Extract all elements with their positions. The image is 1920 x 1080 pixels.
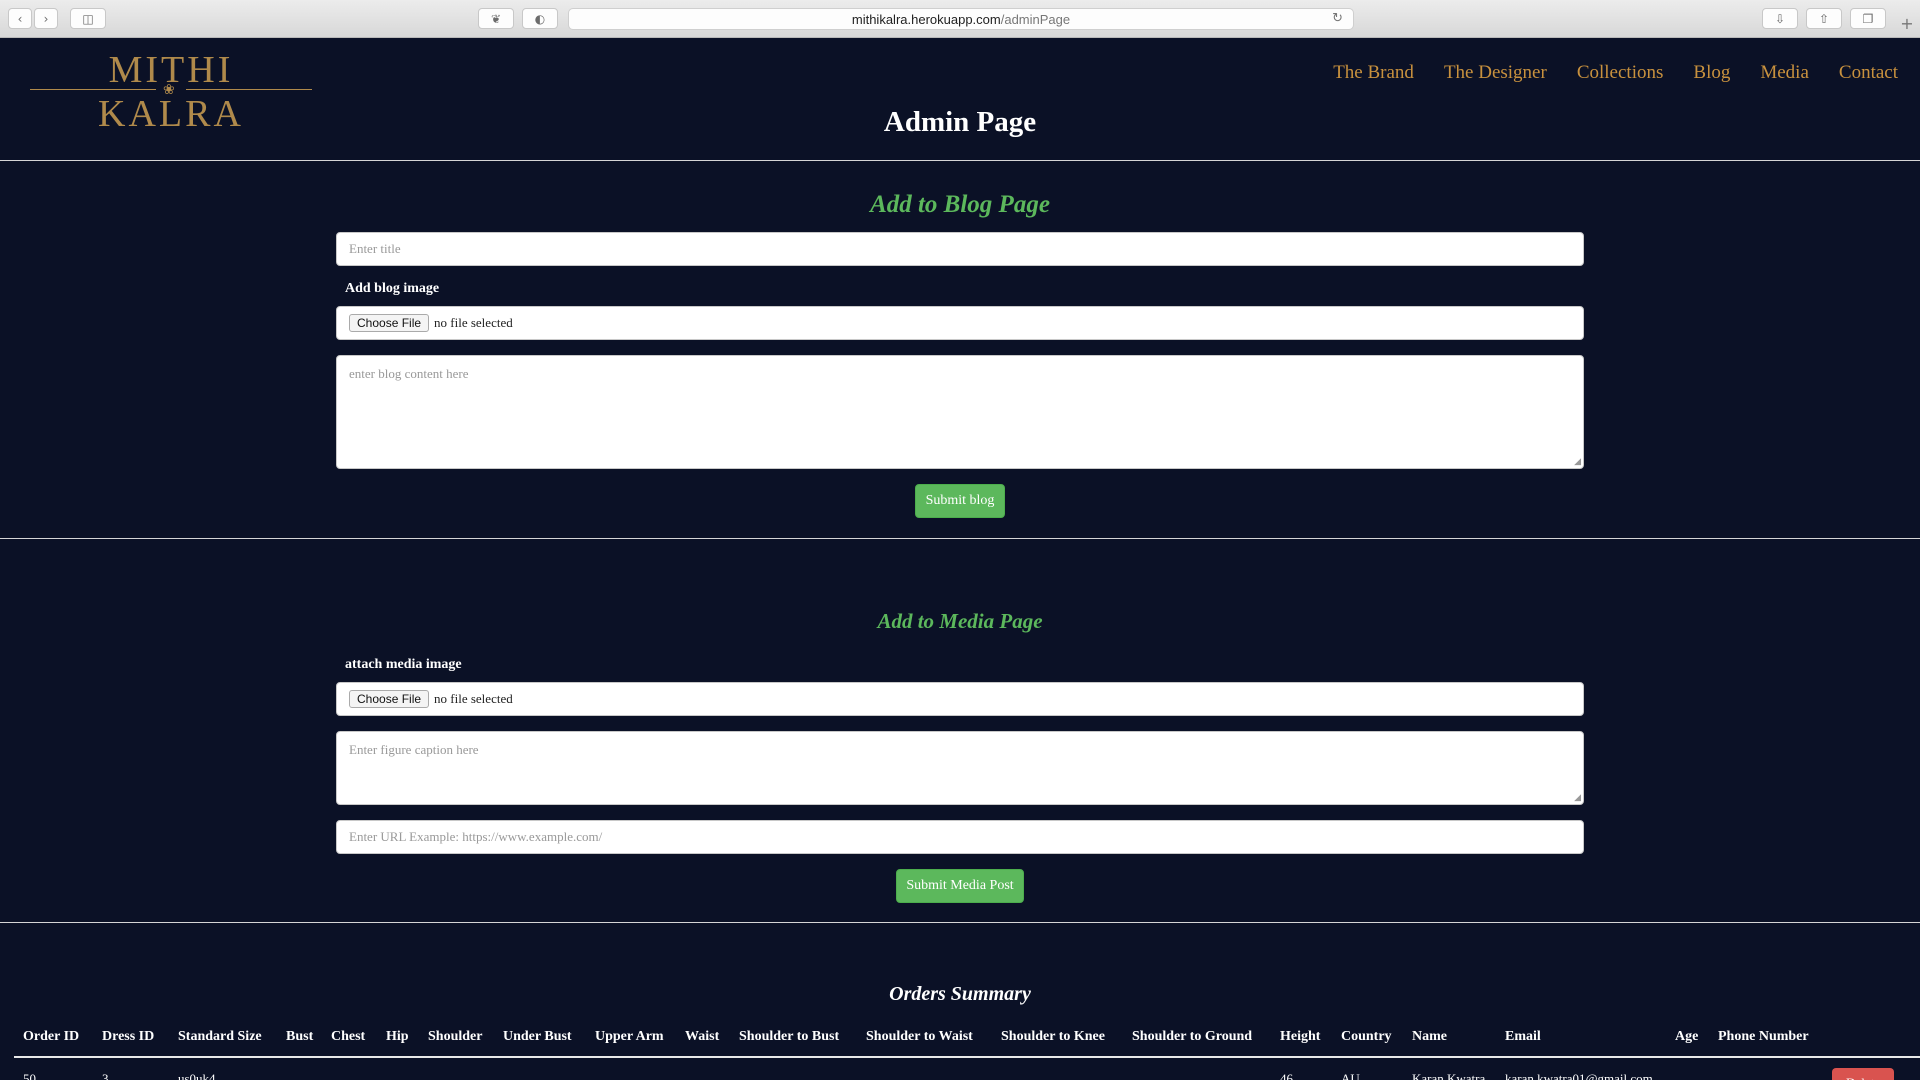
cell-country: AU <box>1341 1071 1360 1080</box>
share-icon[interactable]: ⇧ <box>1806 8 1842 29</box>
nav-contact[interactable]: Contact <box>1839 62 1898 84</box>
blog-image-label: Add blog image <box>345 281 440 296</box>
cell-order-id: 50 <box>23 1071 36 1080</box>
media-file-status: no file selected <box>434 691 513 706</box>
blog-title-input[interactable]: Enter title <box>336 232 1584 266</box>
col-phone-number: Phone Number <box>1718 1029 1809 1044</box>
col-shoulder-to-bust: Shoulder to Bust <box>739 1029 840 1044</box>
nav-the-designer[interactable]: The Designer <box>1444 62 1547 84</box>
new-tab-icon[interactable]: + <box>1896 14 1918 38</box>
blog-image-file-input[interactable]: Choose File no file selected <box>336 306 1584 340</box>
submit-blog-button[interactable]: Submit blog <box>915 484 1005 518</box>
col-country: Country <box>1341 1029 1392 1044</box>
media-caption-placeholder: Enter figure caption here <box>349 742 479 757</box>
blog-content-placeholder: enter blog content here <box>349 366 469 381</box>
cell-height: 46 <box>1280 1071 1293 1080</box>
resize-handle-icon[interactable]: ◢ <box>1574 793 1581 803</box>
back-icon[interactable]: ‹ <box>8 8 32 29</box>
col-email: Email <box>1505 1029 1541 1044</box>
col-height: Height <box>1280 1029 1321 1044</box>
forward-icon[interactable]: › <box>34 8 58 29</box>
tabs-icon[interactable]: ❐ <box>1850 8 1886 29</box>
address-bar[interactable]: mithikalra.herokuapp.com/adminPage ↻ <box>568 8 1354 30</box>
media-url-input[interactable]: Enter URL Example: https://www.example.c… <box>336 820 1584 854</box>
brand-logo[interactable]: MITHI KALRA ❀ <box>30 48 312 135</box>
media-image-file-input[interactable]: Choose File no file selected <box>336 682 1584 716</box>
extension-icon[interactable]: ❦ <box>478 8 514 29</box>
delete-order-button[interactable]: Delete <box>1832 1068 1894 1080</box>
sidebar-toggle-icon[interactable]: ◫ <box>70 8 106 29</box>
col-order-id: Order ID <box>23 1029 80 1044</box>
ghostery-icon[interactable]: ◐ <box>522 8 558 29</box>
cell-dress-id: 3 <box>102 1071 109 1080</box>
download-icon[interactable]: ⇩ <box>1762 8 1798 29</box>
cell-email: karan.kwatra01@gmail.com <box>1505 1071 1653 1080</box>
blog-choose-file-button[interactable]: Choose File <box>349 314 430 332</box>
browser-toolbar: ‹ › ◫ ❦ ◐ mithikalra.herokuapp.com/admin… <box>0 0 1920 38</box>
blog-file-status: no file selected <box>434 315 513 330</box>
col-shoulder: Shoulder <box>428 1029 483 1044</box>
media-caption-textarea[interactable]: Enter figure caption here ◢ <box>336 731 1584 805</box>
nav-media[interactable]: Media <box>1760 62 1809 84</box>
col-age: Age <box>1675 1029 1699 1044</box>
col-standard-size: Standard Size <box>178 1029 262 1044</box>
page-title: Admin Page <box>883 106 1037 138</box>
submit-media-button[interactable]: Submit Media Post <box>896 869 1024 903</box>
media-image-label: attach media image <box>345 657 462 672</box>
resize-handle-icon[interactable]: ◢ <box>1574 457 1581 467</box>
table-header-rule <box>14 1056 1920 1058</box>
divider <box>0 922 1920 923</box>
blog-section-title: Add to Blog Page <box>870 191 1050 218</box>
reload-icon[interactable]: ↻ <box>1332 11 1343 26</box>
col-shoulder-to-waist: Shoulder to Waist <box>866 1029 973 1044</box>
cell-standard-size: us0uk4 <box>178 1071 216 1080</box>
url-host: mithikalra.herokuapp.com <box>851 11 1001 27</box>
logo-rule-right <box>186 89 312 90</box>
nav-blog[interactable]: Blog <box>1693 62 1730 84</box>
col-chest: Chest <box>331 1029 366 1044</box>
logo-emblem-icon: ❀ <box>163 83 175 98</box>
col-upper-arm: Upper Arm <box>595 1029 664 1044</box>
divider <box>0 538 1920 539</box>
media-choose-file-button[interactable]: Choose File <box>349 690 430 708</box>
nav-the-brand[interactable]: The Brand <box>1333 62 1414 84</box>
url-path: /adminPage <box>1000 11 1071 27</box>
media-section-title: Add to Media Page <box>877 609 1043 633</box>
main-nav: The Brand The Designer Collections Blog … <box>1333 62 1898 84</box>
nav-collections[interactable]: Collections <box>1577 62 1664 84</box>
col-waist: Waist <box>685 1029 720 1044</box>
col-shoulder-to-ground: Shoulder to Ground <box>1132 1029 1253 1044</box>
col-under-bust: Under Bust <box>503 1029 572 1044</box>
col-shoulder-to-knee: Shoulder to Knee <box>1001 1029 1105 1044</box>
cell-name: Karan Kwatra <box>1412 1071 1486 1080</box>
col-name: Name <box>1412 1029 1447 1044</box>
blog-content-textarea[interactable]: enter blog content here ◢ <box>336 355 1584 469</box>
logo-rule-left <box>30 89 156 90</box>
col-dress-id: Dress ID <box>102 1029 155 1044</box>
col-hip: Hip <box>386 1029 409 1044</box>
orders-section-title: Orders Summary <box>889 983 1031 1005</box>
divider <box>0 160 1920 161</box>
col-bust: Bust <box>286 1029 314 1044</box>
